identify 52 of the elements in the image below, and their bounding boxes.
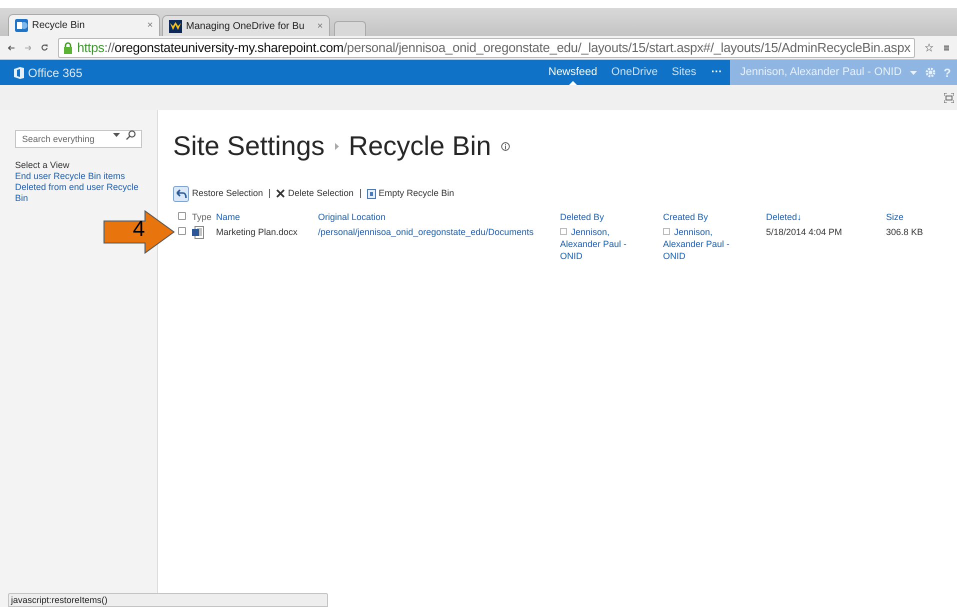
browser-tab[interactable]: Managing OneDrive for Bu × xyxy=(162,15,330,36)
column-header[interactable]: Size xyxy=(886,212,904,222)
view-heading: Select a View xyxy=(15,160,70,171)
search-icon[interactable] xyxy=(126,130,136,140)
column-header[interactable]: Name xyxy=(216,212,240,222)
bin-icon xyxy=(366,188,376,198)
office-logo-icon xyxy=(14,66,24,78)
tab-title: Managing OneDrive for Bu xyxy=(186,20,306,34)
site-icon xyxy=(15,19,28,32)
location-link[interactable]: /personal/jennisoa_onid_oregonstate_edu/Documents xyxy=(318,227,534,237)
view-link[interactable]: Deleted from end user Recycle Bin xyxy=(15,182,142,204)
chevron-icon xyxy=(334,142,339,150)
column-header: Type xyxy=(192,212,212,222)
dropdown-icon[interactable] xyxy=(113,133,120,137)
info-icon[interactable] xyxy=(501,142,510,151)
back-icon[interactable] xyxy=(8,42,15,52)
file-name: Marketing Plan.docx xyxy=(216,227,298,237)
nav-link[interactable]: Sites xyxy=(664,60,704,85)
nav-link[interactable]: OneDrive xyxy=(604,60,665,85)
close-icon[interactable]: × xyxy=(147,18,153,33)
menu-icon[interactable] xyxy=(944,42,949,52)
action-link[interactable]: Empty Recycle Bin xyxy=(378,186,454,200)
close-icon xyxy=(276,189,286,198)
table-cell: 306.8 KB xyxy=(886,227,924,237)
page-title: Recycle Bin xyxy=(348,130,492,163)
tab-title: Recycle Bin xyxy=(32,19,86,33)
status-bar: javascript:restoreItems() xyxy=(8,593,328,607)
undo-icon xyxy=(173,186,189,202)
action-link[interactable]: Restore Selection xyxy=(192,186,264,200)
callout-arrow: 4 xyxy=(103,210,175,254)
word-document-icon xyxy=(192,226,204,239)
column-header[interactable]: Deleted↓ xyxy=(766,212,802,222)
page-title[interactable]: Site Settings xyxy=(173,126,325,166)
search-field[interactable]: Search everything xyxy=(15,130,142,148)
browser-tab[interactable]: Recycle Bin × xyxy=(8,14,160,36)
column-header[interactable]: Created By xyxy=(663,212,708,222)
focus-icon[interactable] xyxy=(944,92,954,102)
presence-icon xyxy=(560,228,567,235)
checkbox[interactable] xyxy=(178,227,186,235)
checkbox[interactable] xyxy=(178,212,186,220)
column-header[interactable]: Original Location xyxy=(318,212,386,222)
person-link[interactable]: Jennison, Alexander Paul - ONID xyxy=(663,226,743,262)
action-link[interactable]: Delete Selection xyxy=(288,186,354,200)
brand-name[interactable]: Office 365 xyxy=(28,64,82,82)
column-header[interactable]: Deleted By xyxy=(560,212,604,222)
presence-icon xyxy=(663,228,670,235)
table-cell: 5/18/2014 4:04 PM xyxy=(766,227,842,237)
close-icon[interactable]: × xyxy=(317,18,323,34)
view-link[interactable]: End user Recycle Bin items xyxy=(15,171,142,182)
lock-icon xyxy=(63,42,74,54)
person-link[interactable]: Jennison, Alexander Paul - ONID xyxy=(560,226,640,262)
more-link[interactable]: ··· xyxy=(703,64,730,81)
